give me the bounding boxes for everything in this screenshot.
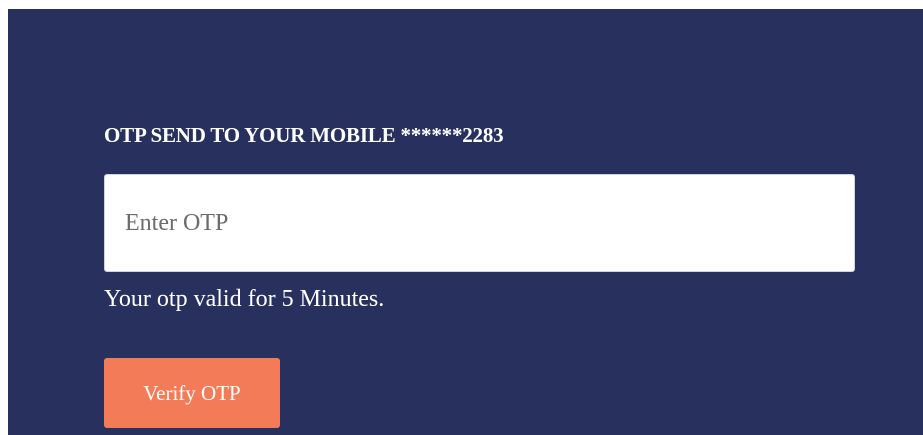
otp-sent-heading: OTP SEND TO YOUR MOBILE ******2283 <box>104 123 504 147</box>
otp-input[interactable] <box>104 174 855 272</box>
otp-panel: OTP SEND TO YOUR MOBILE ******2283 Your … <box>8 9 923 435</box>
otp-validity-note: Your otp valid for 5 Minutes. <box>104 286 385 312</box>
verify-otp-button[interactable]: Verify OTP <box>104 358 280 428</box>
